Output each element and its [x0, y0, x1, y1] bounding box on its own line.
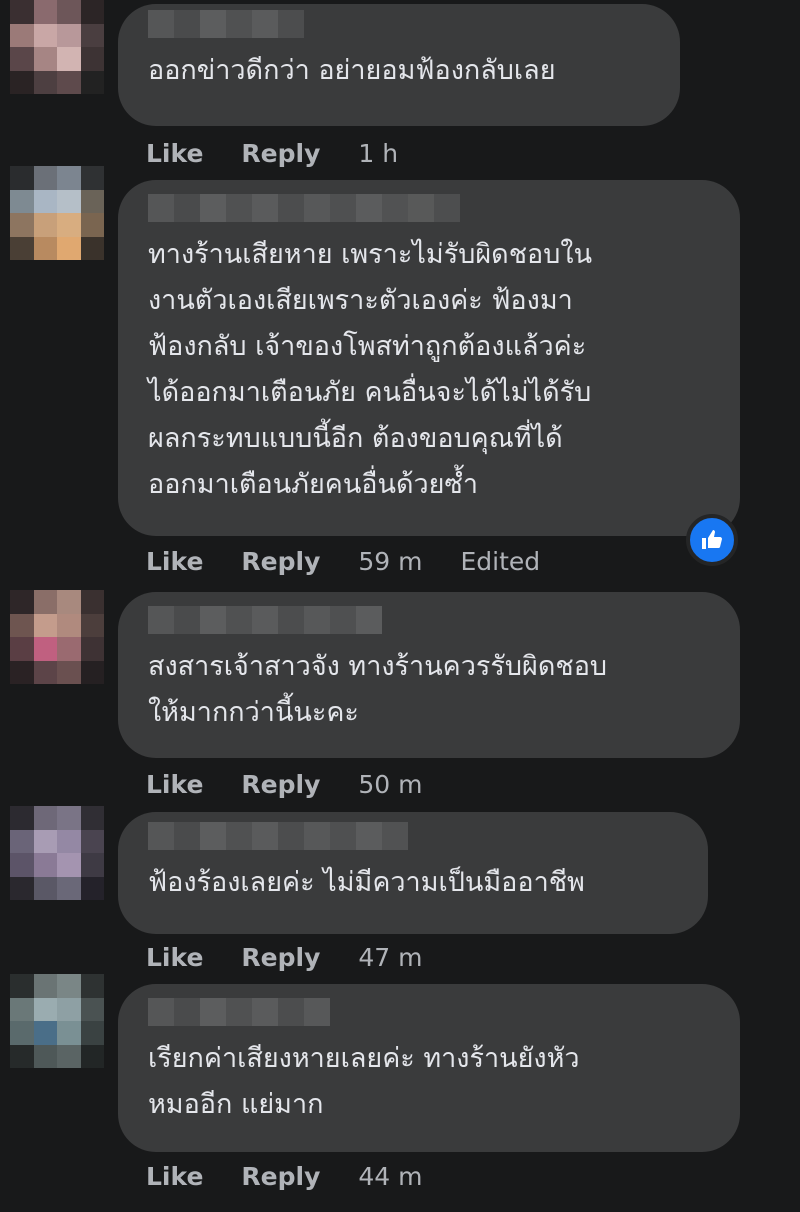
- reply-button[interactable]: Reply: [241, 1162, 320, 1191]
- avatar[interactable]: [10, 974, 104, 1068]
- reply-button[interactable]: Reply: [241, 943, 320, 972]
- comment-bubble: ฟ้องร้องเลยค่ะ ไม่มีความเป็นมืออาชีพ: [118, 812, 708, 934]
- like-button[interactable]: Like: [146, 943, 203, 972]
- comment-bubble: เรียกค่าเสียงหายเลยค่ะ ทางร้านยังหัว หมอ…: [118, 984, 740, 1152]
- comment-bubble: ออกข่าวดีกว่า อย่ายอมฟ้องกลับเลย: [118, 4, 680, 126]
- comment-timestamp[interactable]: 59 m: [358, 547, 422, 576]
- comment-bubble: สงสารเจ้าสาวจัง ทางร้านควรรับผิดชอบ ให้ม…: [118, 592, 740, 758]
- like-button[interactable]: Like: [146, 139, 203, 168]
- reply-button[interactable]: Reply: [241, 547, 320, 576]
- comment-timestamp[interactable]: 50 m: [358, 770, 422, 799]
- like-button[interactable]: Like: [146, 1162, 203, 1191]
- reply-button[interactable]: Reply: [241, 770, 320, 799]
- comment-text: ทางร้านเสียหาย เพราะไม่รับผิดชอบใน งานตั…: [148, 239, 593, 500]
- blurred-author-name[interactable]: [148, 998, 710, 1026]
- avatar[interactable]: [10, 806, 104, 900]
- comment-actions: Like Reply 47 m: [146, 937, 461, 977]
- comment-timestamp[interactable]: 44 m: [358, 1162, 422, 1191]
- comment-text: ออกข่าวดีกว่า อย่ายอมฟ้องกลับเลย: [148, 55, 556, 86]
- comment-actions: Like Reply 59 m Edited: [146, 541, 540, 581]
- comment-timestamp[interactable]: 1 h: [358, 139, 398, 168]
- comment-timestamp[interactable]: 47 m: [358, 943, 422, 972]
- comment-text: สงสารเจ้าสาวจัง ทางร้านควรรับผิดชอบ ให้ม…: [148, 651, 608, 728]
- avatar[interactable]: [10, 590, 104, 684]
- avatar[interactable]: [10, 0, 104, 94]
- like-button[interactable]: Like: [146, 770, 203, 799]
- comment-text: ฟ้องร้องเลยค่ะ ไม่มีความเป็นมืออาชีพ: [148, 867, 585, 898]
- reply-button[interactable]: Reply: [241, 139, 320, 168]
- comment-actions: Like Reply 1 h: [146, 133, 436, 173]
- blurred-author-name[interactable]: [148, 606, 710, 634]
- blurred-author-name[interactable]: [148, 822, 678, 850]
- comment-text: เรียกค่าเสียงหายเลยค่ะ ทางร้านยังหัว หมอ…: [148, 1043, 580, 1120]
- like-button[interactable]: Like: [146, 547, 203, 576]
- avatar[interactable]: [10, 166, 104, 260]
- comment-bubble: ทางร้านเสียหาย เพราะไม่รับผิดชอบใน งานตั…: [118, 180, 740, 536]
- blurred-author-name[interactable]: [148, 194, 710, 222]
- edited-label[interactable]: Edited: [461, 547, 541, 576]
- like-reaction-icon[interactable]: [686, 514, 738, 566]
- blurred-author-name[interactable]: [148, 10, 650, 38]
- comment-actions: Like Reply 44 m: [146, 1156, 461, 1196]
- comment-actions: Like Reply 50 m: [146, 764, 461, 804]
